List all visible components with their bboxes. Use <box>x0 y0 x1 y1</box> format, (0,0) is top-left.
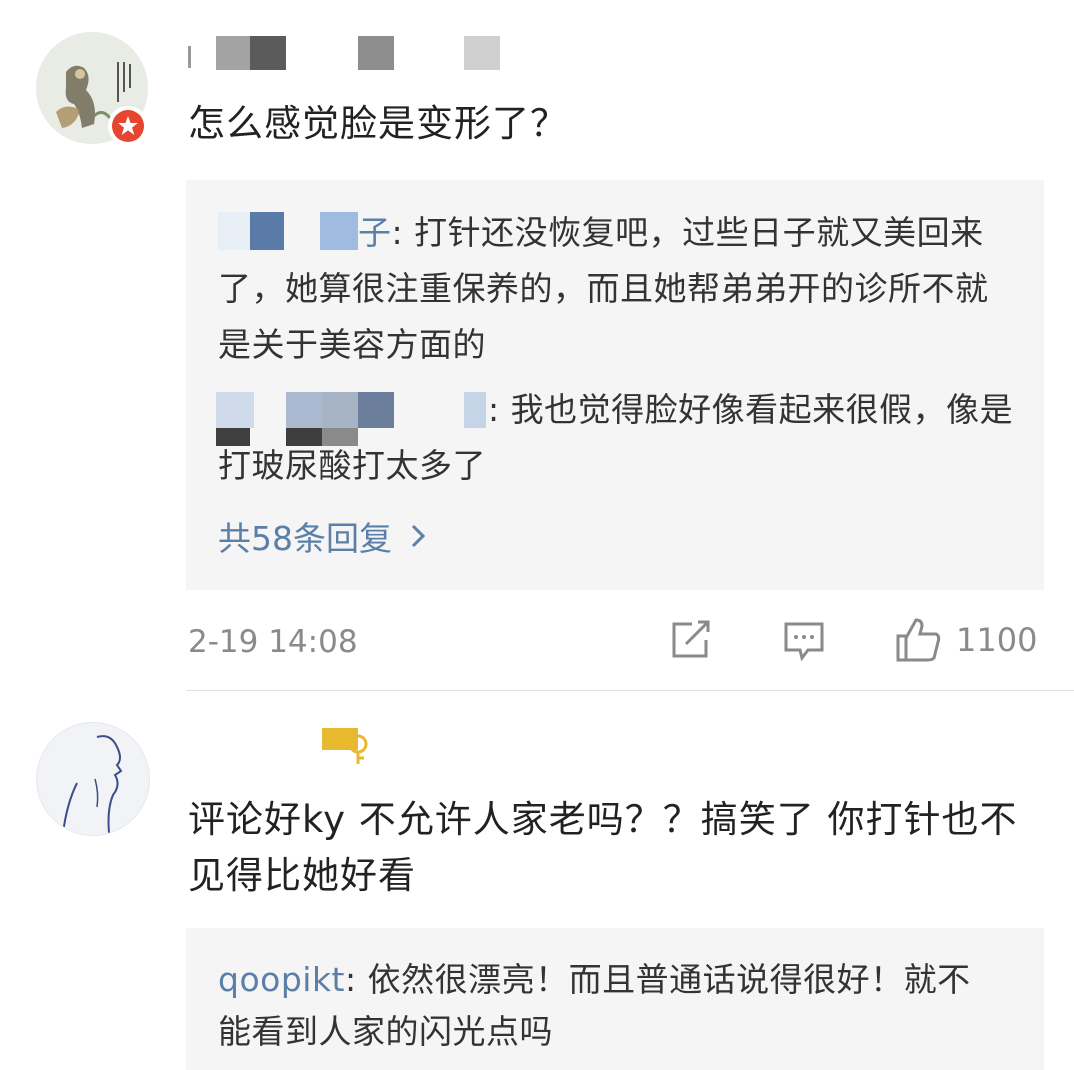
reply-body: : 打针还没恢复吧，过些日子就又美回来了，她算很注重保养的，而且她帮弟弟开的诊所… <box>218 213 989 364</box>
repost-button[interactable] <box>668 620 712 660</box>
like-count: 1100 <box>956 621 1038 659</box>
timestamp: 2-19 14:08 <box>188 624 358 660</box>
reply-body: : 我也觉得脸好像看起来很假，像是打玻尿酸打太多了 <box>218 390 1014 485</box>
comment-icon <box>784 622 824 662</box>
avatar[interactable] <box>36 722 150 836</box>
comment-text: 评论好ky 不允许人家老吗？？搞笑了 你打针也不见得比她好看 <box>188 798 1018 897</box>
more-replies-link[interactable]: 共58条回复 <box>218 512 428 560</box>
thumbs-up-icon <box>896 618 941 662</box>
like-button[interactable]: 1100 <box>894 616 1037 664</box>
reply-item: qoopikt: 依然很漂亮！而且普通话说得很好！就不能看到人家的闪光点吗 <box>218 954 998 1058</box>
reply-item: 子: 打针还没恢复吧，过些日子就又美回来了，她算很注重保养的，而且她帮弟弟开的诊… <box>218 205 1018 373</box>
repost-icon <box>672 620 710 658</box>
reply-item: : 我也觉得脸好像看起来很假，像是打玻尿酸打太多了 <box>218 382 1018 494</box>
chevron-right-icon <box>411 524 426 548</box>
divider <box>186 690 1074 691</box>
avatar-illustration <box>62 735 123 834</box>
comment-text: 怎么感觉脸是变形了？ <box>188 102 568 145</box>
more-replies-label: 共58条回复 <box>218 519 392 558</box>
verified-badge-icon <box>108 106 148 146</box>
comment-button[interactable] <box>782 620 826 662</box>
reply-name[interactable]: 子 <box>358 213 392 252</box>
reply-name[interactable]: qoopikt <box>218 960 345 999</box>
